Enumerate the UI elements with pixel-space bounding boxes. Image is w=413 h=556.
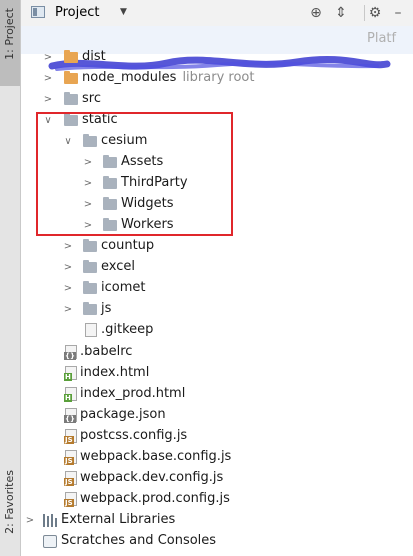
project-tool-tab-label: 1: Project <box>3 8 16 60</box>
project-tool-tab[interactable]: 1: Project <box>0 0 20 86</box>
tree-row-excel[interactable]: > excel <box>21 257 413 278</box>
tree-row-gitkeep[interactable]: .gitkeep <box>21 320 413 341</box>
locate-icon[interactable]: ⊕ <box>307 4 325 22</box>
tree-label: js <box>101 301 112 316</box>
tree-label: postcss.config.js <box>80 428 188 443</box>
html-file-icon: H <box>64 366 77 381</box>
scratches-icon <box>43 535 57 548</box>
tree-row-external-libraries[interactable]: > External Libraries <box>21 510 413 531</box>
chevron-right-icon[interactable]: > <box>61 299 75 320</box>
chevron-right-icon[interactable]: > <box>41 89 55 110</box>
folder-icon <box>83 281 97 294</box>
toolbar-divider <box>364 5 365 21</box>
project-view-icon <box>31 6 45 18</box>
js-file-icon: JS <box>64 471 77 486</box>
folder-icon <box>64 50 78 63</box>
chevron-right-icon[interactable]: > <box>23 510 37 531</box>
project-panel: Project ▼ ⊕ ⇕ ⚙ – Platf > dist > node_mo… <box>21 0 413 556</box>
tree-label: icomet <box>101 280 146 295</box>
favorites-tool-tab[interactable]: 2: Favorites <box>3 470 16 534</box>
chevron-right-icon[interactable]: > <box>61 236 75 257</box>
js-badge: JS <box>64 457 74 465</box>
tree-label: webpack.base.config.js <box>80 449 232 464</box>
tree-label: webpack.prod.config.js <box>80 491 230 506</box>
html-file-icon: H <box>64 387 77 402</box>
tree-row-src[interactable]: > src <box>21 89 413 110</box>
json-badge: {} <box>64 352 76 360</box>
tree-label: index.html <box>80 365 150 380</box>
json-file-icon: {} <box>64 408 77 423</box>
tree-label: excel <box>101 259 135 274</box>
tree-row-package-json[interactable]: {} package.json <box>21 405 413 426</box>
tool-window-strip: 1: Project 2: Favorites <box>0 0 21 556</box>
tree-row-index-html[interactable]: H index.html <box>21 363 413 384</box>
tree-label: index_prod.html <box>80 386 186 401</box>
tree-row-index-prod-html[interactable]: H index_prod.html <box>21 384 413 405</box>
tree-row-postcss-config[interactable]: JS postcss.config.js <box>21 426 413 447</box>
tree-label: External Libraries <box>61 512 176 527</box>
project-view-title[interactable]: Project <box>55 5 99 20</box>
js-file-icon: JS <box>64 492 77 507</box>
hide-icon[interactable]: – <box>389 4 407 22</box>
tree-label: .babelrc <box>80 344 133 359</box>
html-badge: H <box>64 394 72 402</box>
js-file-icon: JS <box>64 429 77 444</box>
tree-label: webpack.dev.config.js <box>80 470 224 485</box>
tree-row-node-modules[interactable]: > node_modules library root <box>21 68 413 89</box>
highlight-box <box>36 112 233 236</box>
folder-icon <box>83 302 97 315</box>
folder-icon <box>83 239 97 252</box>
json-badge: {} <box>64 415 76 423</box>
tree-row-webpack-base[interactable]: JS webpack.base.config.js <box>21 447 413 468</box>
tree-label: Scratches and Consoles <box>61 533 217 548</box>
tree-row-webpack-dev[interactable]: JS webpack.dev.config.js <box>21 468 413 489</box>
chevron-right-icon[interactable]: > <box>61 278 75 299</box>
js-badge: JS <box>64 436 74 444</box>
tree-label: package.json <box>80 407 166 422</box>
tree-label: countup <box>101 238 155 253</box>
folder-icon <box>64 71 78 84</box>
tree-row-babelrc[interactable]: {} .babelrc <box>21 342 413 363</box>
tree-row-countup[interactable]: > countup <box>21 236 413 257</box>
library-root-hint: library root <box>182 70 255 85</box>
tree-label: node_modules library root <box>82 70 254 85</box>
chevron-right-icon[interactable]: > <box>61 257 75 278</box>
folder-icon <box>83 260 97 273</box>
chevron-down-icon[interactable]: ▼ <box>120 7 127 17</box>
tree-row-webpack-prod[interactable]: JS webpack.prod.config.js <box>21 489 413 510</box>
tree-row-dist[interactable]: > dist <box>21 47 413 68</box>
node-modules-label: node_modules <box>82 70 177 85</box>
gear-icon[interactable]: ⚙ <box>366 4 384 22</box>
collapse-icon[interactable]: ⇕ <box>332 4 350 22</box>
chevron-right-icon[interactable]: > <box>41 68 55 89</box>
tree-row-js[interactable]: > js <box>21 299 413 320</box>
tree-row-icomet[interactable]: > icomet <box>21 278 413 299</box>
json-file-icon: {} <box>64 345 77 360</box>
library-icon <box>43 514 57 527</box>
js-badge: JS <box>64 499 74 507</box>
html-badge: H <box>64 373 72 381</box>
tree-label: src <box>82 91 101 106</box>
folder-icon <box>64 92 78 105</box>
tree-label: .gitkeep <box>101 322 154 337</box>
js-file-icon: JS <box>64 450 77 465</box>
project-panel-header: Project ▼ ⊕ ⇕ ⚙ – <box>21 0 413 27</box>
tree-label: dist <box>82 49 106 64</box>
js-badge: JS <box>64 478 74 486</box>
file-icon <box>85 323 97 337</box>
chevron-right-icon[interactable]: > <box>41 47 55 68</box>
tree-row-scratches[interactable]: Scratches and Consoles <box>21 531 413 552</box>
root-path-fragment: Platf <box>367 31 397 46</box>
